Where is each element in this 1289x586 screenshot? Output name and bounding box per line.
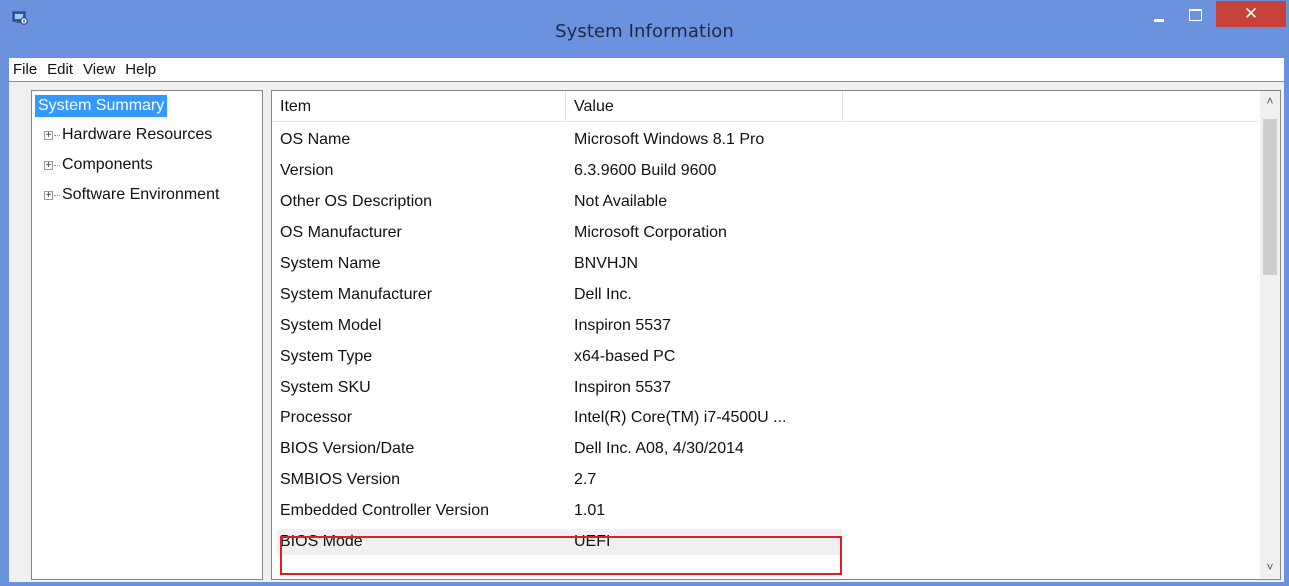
tree-item-system-summary[interactable]: System Summary <box>35 95 168 117</box>
cell-value: Dell Inc. <box>574 285 632 303</box>
cell-value: Inspiron 5537 <box>574 316 671 334</box>
vertical-scrollbar[interactable]: ˄ ˅ <box>1260 91 1280 579</box>
table-row[interactable]: OS Name Microsoft Windows 8.1 Pro <box>272 125 1258 156</box>
cell-item: System SKU <box>280 378 371 396</box>
cell-value: x64-based PC <box>574 347 676 365</box>
maximize-icon <box>1188 9 1202 21</box>
cell-item: OS Name <box>280 131 351 149</box>
table-row[interactable]: OS Manufacturer Microsoft Corporation <box>272 218 1258 249</box>
table-row[interactable]: System Model Inspiron 5537 <box>272 310 1258 341</box>
cell-value: Microsoft Windows 8.1 Pro <box>574 131 765 149</box>
menu-file[interactable]: File <box>9 61 43 78</box>
table-row[interactable]: Version 6.3.9600 Build 9600 <box>272 156 1258 187</box>
cell-value: 2.7 <box>574 471 597 489</box>
minimize-button[interactable] <box>1142 1 1176 27</box>
menu-help[interactable]: Help <box>121 61 162 78</box>
expand-icon[interactable]: + <box>44 190 53 200</box>
column-header-value[interactable]: Value <box>566 91 843 121</box>
tree-connector <box>54 164 60 166</box>
system-information-window: System Information ✕ File Edit View Help… <box>0 0 1289 586</box>
maximize-button[interactable] <box>1177 1 1213 27</box>
menu-edit[interactable]: Edit <box>43 61 79 78</box>
window-title: System Information <box>555 21 734 42</box>
cell-value: BNVHJN <box>574 255 639 272</box>
cell-item: SMBIOS Version <box>280 471 401 489</box>
title-bar[interactable]: System Information ✕ <box>1 1 1288 55</box>
close-icon: ✕ <box>1243 3 1259 24</box>
column-header-item[interactable]: Item <box>272 91 566 121</box>
tree-item-software-environment[interactable]: + Software Environment <box>44 184 219 206</box>
table-row[interactable]: System Name BNVHJN <box>272 249 1258 280</box>
minimize-icon <box>1154 18 1164 22</box>
table-row[interactable]: Embedded Controller Version 1.01 <box>272 496 1258 527</box>
table-row[interactable]: System Type x64-based PC <box>272 341 1258 372</box>
menu-view[interactable]: View <box>79 61 121 78</box>
tree-item-hardware-resources[interactable]: + Hardware Resources <box>44 124 212 146</box>
tree-item-label: Software Environment <box>62 186 220 203</box>
cell-value: Inspiron 5537 <box>574 378 671 396</box>
cell-value: Microsoft Corporation <box>574 224 727 242</box>
tree-item-label: Hardware Resources <box>62 126 213 143</box>
tree-connector <box>54 194 60 196</box>
close-button[interactable]: ✕ <box>1216 1 1286 27</box>
details-list: Item Value OS Name Microsoft Windows 8.1 … <box>271 90 1281 580</box>
menu-bar: File Edit View Help <box>9 58 1284 81</box>
cell-value: Dell Inc. A08, 4/30/2014 <box>574 440 744 458</box>
list-rows: OS Name Microsoft Windows 8.1 Pro Version 6… <box>272 125 1258 557</box>
category-tree[interactable]: System Summary + Hardware Resources + Co… <box>31 90 263 580</box>
cell-item: OS Manufacturer <box>280 224 402 242</box>
expand-icon[interactable]: + <box>44 130 53 140</box>
cell-item: System Model <box>280 316 382 334</box>
scroll-down-icon[interactable]: ˅ <box>1260 560 1280 576</box>
table-row[interactable]: BIOS Version/Date Dell Inc. A08, 4/30/201… <box>272 434 1258 465</box>
table-row[interactable]: System SKU Inspiron 5537 <box>272 372 1258 403</box>
table-row[interactable]: Processor Intel(R) Core(TM) i7-4500U ... <box>272 403 1258 434</box>
cell-item: Processor <box>280 409 353 427</box>
scroll-up-icon[interactable]: ˄ <box>1260 94 1280 110</box>
scrollbar-thumb[interactable] <box>1263 119 1277 275</box>
cell-item: BIOS Version/Date <box>280 440 415 458</box>
expand-icon[interactable]: + <box>44 160 53 170</box>
cell-value: Intel(R) Core(TM) i7-4500U ... <box>574 409 787 427</box>
cell-item: System Manufacturer <box>280 285 433 303</box>
cell-value: 6.3.9600 Build 9600 <box>574 162 717 180</box>
list-header: Item Value <box>272 91 1258 122</box>
client-area: System Summary + Hardware Resources + Co… <box>9 82 1284 582</box>
tree-item-components[interactable]: + Components <box>44 154 153 176</box>
highlight-annotation <box>280 536 842 575</box>
tree-item-label: Components <box>62 156 153 173</box>
cell-item: System Type <box>280 347 373 365</box>
cell-value: Not Available <box>574 193 668 211</box>
cell-value: 1.01 <box>574 502 606 520</box>
cell-item: Version <box>280 162 334 180</box>
tree-connector <box>54 134 60 136</box>
cell-item: System Name <box>280 255 381 272</box>
table-row[interactable]: Other OS Description Not Available <box>272 187 1258 218</box>
cell-item: Embedded Controller Version <box>280 502 490 520</box>
cell-item: Other OS Description <box>280 193 433 211</box>
table-row[interactable]: SMBIOS Version 2.7 <box>272 465 1258 496</box>
table-row[interactable]: System Manufacturer Dell Inc. <box>272 279 1258 310</box>
